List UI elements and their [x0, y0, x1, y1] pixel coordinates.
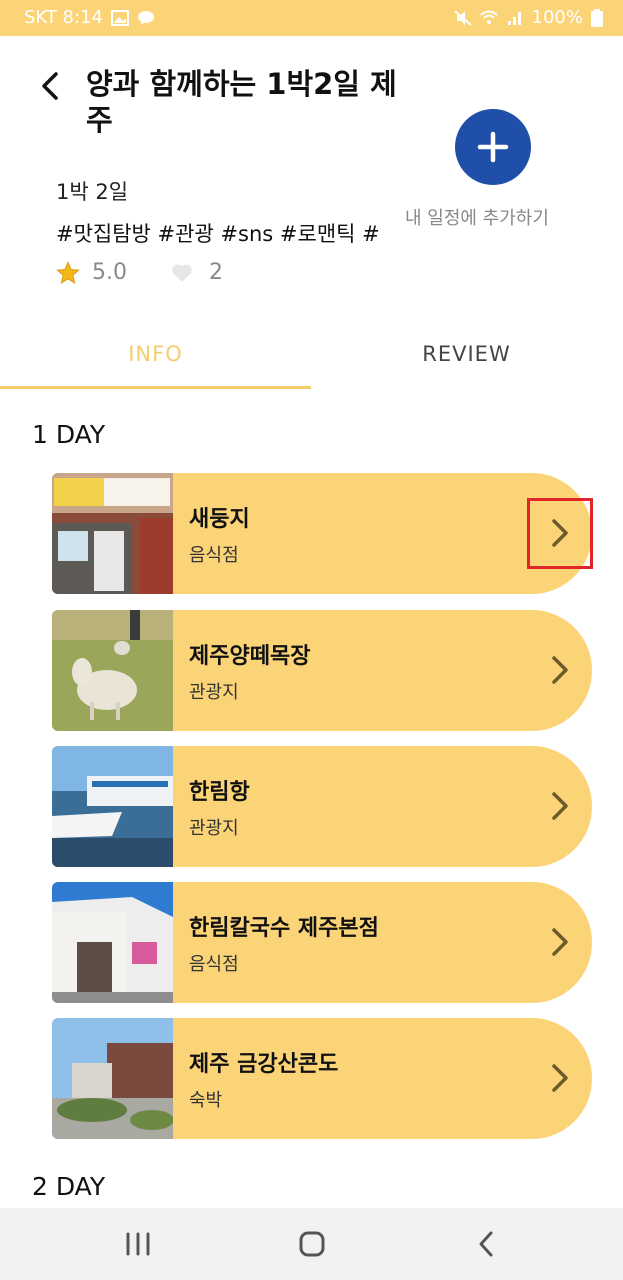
- wifi-icon: [479, 10, 498, 24]
- place-photo: [52, 610, 173, 731]
- place-name: 새둥지: [189, 507, 250, 532]
- recent-apps-button[interactable]: [118, 1228, 158, 1260]
- day-2-heading: 2 DAY: [32, 1172, 106, 1201]
- chevron-right-icon[interactable]: [548, 653, 572, 687]
- place-category: 음식점: [189, 954, 239, 975]
- mute-icon: [453, 9, 472, 26]
- likes-count: 2: [209, 260, 223, 285]
- heart-icon[interactable]: [171, 263, 193, 283]
- highlight-box: [527, 498, 593, 569]
- place-card[interactable]: 제주양떼목장 관광지: [52, 610, 592, 731]
- battery-percent: 100%: [531, 7, 583, 28]
- chevron-right-icon[interactable]: [548, 925, 572, 959]
- place-card[interactable]: 새둥지 음식점: [52, 473, 592, 594]
- system-nav-bar: [0, 1208, 623, 1280]
- place-photo: [52, 882, 173, 1003]
- place-card-body: 한림칼국수 제주본점 음식점: [173, 882, 592, 1003]
- add-to-schedule-label: 내 일정에 추가하기: [405, 208, 549, 229]
- star-icon: [56, 260, 80, 284]
- place-name: 제주 금강산콘도: [189, 1052, 339, 1077]
- system-back-button[interactable]: [466, 1228, 506, 1260]
- place-photo: [52, 746, 173, 867]
- rating-value: 5.0: [92, 260, 127, 285]
- add-to-schedule-button[interactable]: [455, 109, 531, 185]
- tab-info[interactable]: INFO: [0, 342, 311, 366]
- place-card-body: 제주 금강산콘도 숙박: [173, 1018, 592, 1139]
- status-carrier-time: SKT 8:14: [24, 7, 103, 28]
- place-card[interactable]: 제주 금강산콘도 숙박: [52, 1018, 592, 1139]
- place-category: 숙박: [189, 1090, 223, 1111]
- home-button[interactable]: [292, 1228, 332, 1260]
- back-arrow-icon: [479, 1231, 493, 1257]
- tab-indicator: [0, 386, 311, 389]
- tab-bar: INFO REVIEW: [0, 330, 623, 392]
- tab-review[interactable]: REVIEW: [311, 342, 622, 366]
- place-name: 한림칼국수 제주본점: [189, 916, 379, 941]
- place-category: 관광지: [189, 818, 239, 839]
- gallery-icon: [110, 9, 129, 26]
- home-icon: [299, 1231, 325, 1257]
- back-button[interactable]: [36, 68, 66, 104]
- place-card-body: 한림항 관광지: [173, 746, 592, 867]
- place-photo: [52, 473, 173, 594]
- place-card-body: 제주양떼목장 관광지: [173, 610, 592, 731]
- place-category: 관광지: [189, 682, 239, 703]
- day-1-heading: 1 DAY: [32, 420, 106, 449]
- signal-icon: [507, 11, 521, 25]
- trip-tags: #맛집탐방 #관광 #sns #로맨틱 #: [56, 222, 380, 246]
- chat-notification-icon: [137, 10, 154, 25]
- place-name: 제주양떼목장: [189, 644, 311, 669]
- trip-meta: 5.0 2: [56, 260, 223, 285]
- place-category: 음식점: [189, 545, 239, 566]
- place-name: 한림항: [189, 780, 250, 805]
- chevron-right-icon[interactable]: [548, 1061, 572, 1095]
- battery-icon: [591, 8, 603, 27]
- page-title: 양과 함께하는 1박2일 제주: [86, 67, 397, 137]
- place-card[interactable]: 한림항 관광지: [52, 746, 592, 867]
- place-card[interactable]: 한림칼국수 제주본점 음식점: [52, 882, 592, 1003]
- chevron-right-icon[interactable]: [548, 789, 572, 823]
- plus-icon: [477, 131, 509, 163]
- chevron-left-icon: [42, 72, 58, 100]
- status-bar: SKT 8:14 100%: [0, 0, 623, 36]
- place-photo: [52, 1018, 173, 1139]
- recent-apps-icon: [126, 1232, 150, 1256]
- trip-duration: 1박 2일: [56, 180, 129, 204]
